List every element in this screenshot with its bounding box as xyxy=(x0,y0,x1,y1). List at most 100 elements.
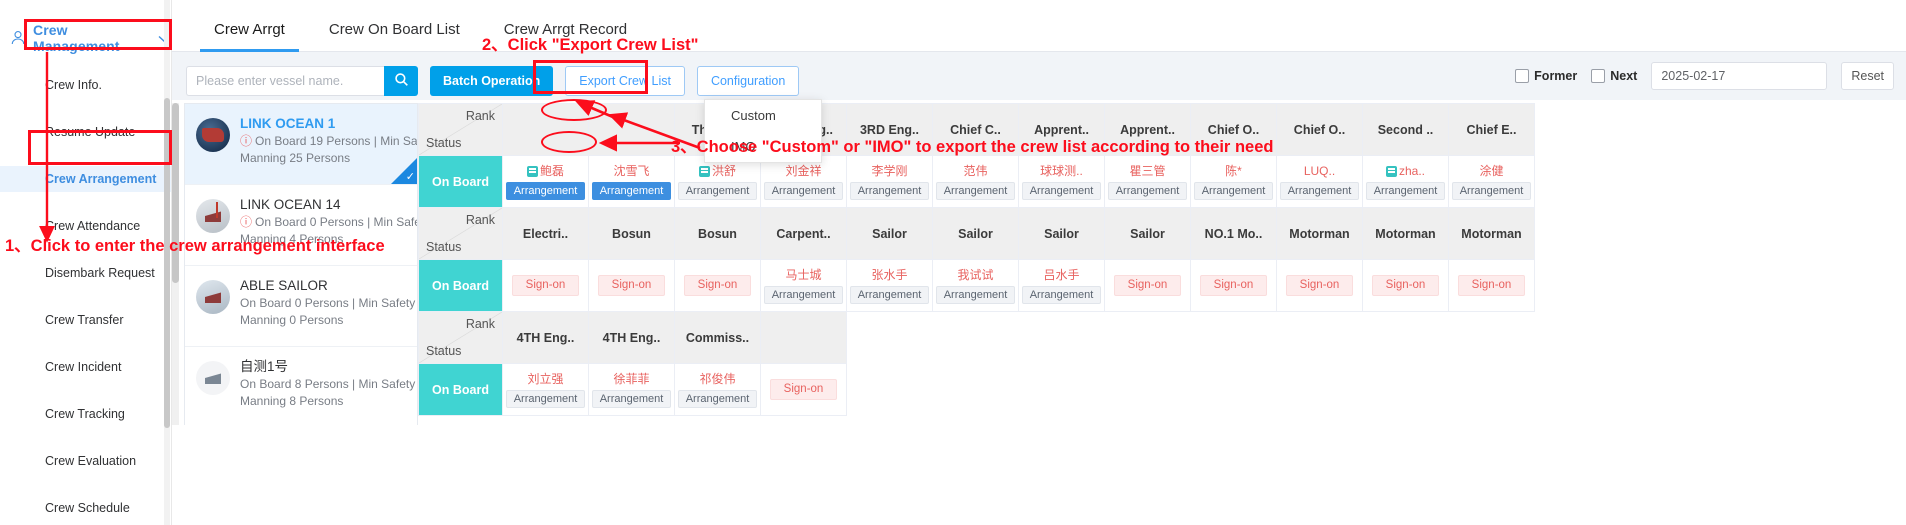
column-header-3rd-engineer[interactable]: 3RD Eng.. xyxy=(846,103,933,156)
arrangement-tag[interactable]: Arrangement xyxy=(849,285,930,304)
column-header-commissary[interactable]: Commiss.. xyxy=(674,311,761,364)
column-header-4th-engineer-1[interactable]: 4TH Eng.. xyxy=(502,311,589,364)
export-option-custom[interactable]: Custom xyxy=(705,100,821,131)
column-header-electrician[interactable]: Electri.. xyxy=(502,207,589,260)
crew-cell[interactable]: zha.. Arrangement xyxy=(1362,155,1449,208)
vessel-list-item[interactable]: LINK OCEAN 1 ⓘ On Board 19 Persons | Min… xyxy=(185,104,417,185)
tab-crew-on-board-list[interactable]: Crew On Board List xyxy=(307,21,482,51)
batch-operation-button[interactable]: Batch Operation xyxy=(430,66,554,96)
vessel-list-item[interactable]: LINK OCEAN 14 ⓘ On Board 0 Persons | Min… xyxy=(185,185,417,266)
column-header-no1-motorman[interactable]: NO.1 Mo.. xyxy=(1190,207,1277,260)
vessel-scrollbar-thumb[interactable] xyxy=(172,103,179,283)
column-header-sailor-4[interactable]: Sailor xyxy=(1104,207,1191,260)
crew-cell[interactable]: 张水手 Arrangement xyxy=(846,259,933,312)
column-header-chief-officer-2[interactable]: Chief O.. xyxy=(1276,103,1363,156)
sign-on-tag[interactable]: Sign-on xyxy=(597,275,666,296)
sign-on-tag[interactable]: Sign-on xyxy=(769,379,838,400)
arrangement-tag[interactable]: Arrangement xyxy=(505,389,586,408)
crew-cell[interactable]: 沈雪飞 Arrangement xyxy=(588,155,675,208)
crew-cell[interactable]: 球球测.. Arrangement xyxy=(1018,155,1105,208)
arrangement-tag[interactable]: Arrangement xyxy=(1279,181,1360,200)
crew-cell[interactable]: 徐菲菲 Arrangement xyxy=(588,363,675,416)
crew-cell[interactable]: Sign-on xyxy=(760,363,847,416)
export-option-imo[interactable]: IMO xyxy=(705,131,821,162)
next-checkbox[interactable]: Next xyxy=(1591,69,1637,83)
sidebar-item-resume-update[interactable]: Resume Update xyxy=(0,119,171,145)
arrangement-tag[interactable]: Arrangement xyxy=(677,181,758,200)
crew-cell[interactable]: 涂健 Arrangement xyxy=(1448,155,1535,208)
crew-cell[interactable]: Sign-on xyxy=(674,259,761,312)
arrangement-tag[interactable]: Arrangement xyxy=(849,181,930,200)
column-header-second-officer[interactable]: Second .. xyxy=(1362,103,1449,156)
sidebar-item-crew-transfer[interactable]: Crew Transfer xyxy=(0,307,171,333)
crew-cell[interactable]: 祁俊伟 Arrangement xyxy=(674,363,761,416)
sign-on-tag[interactable]: Sign-on xyxy=(1285,275,1354,296)
export-crew-list-button[interactable]: Export Crew List xyxy=(565,66,685,96)
sign-on-tag[interactable]: Sign-on xyxy=(1371,275,1440,296)
search-button[interactable] xyxy=(384,66,418,96)
sidebar-item-crew-arrangement[interactable]: Crew Arrangement xyxy=(0,166,171,192)
date-input[interactable] xyxy=(1651,62,1828,90)
column-header-sailor-3[interactable]: Sailor xyxy=(1018,207,1105,260)
arrangement-tag[interactable]: Arrangement xyxy=(1021,181,1102,200)
arrangement-tag[interactable]: Arrangement xyxy=(1021,285,1102,304)
crew-cell[interactable]: LUQ.. Arrangement xyxy=(1276,155,1363,208)
arrangement-tag[interactable]: Arrangement xyxy=(677,389,758,408)
checkbox-box-former[interactable] xyxy=(1515,69,1530,83)
sign-on-tag[interactable]: Sign-on xyxy=(683,275,752,296)
column-header-hidden[interactable] xyxy=(588,103,675,156)
column-header-apprentice-1[interactable]: Apprent.. xyxy=(1018,103,1105,156)
arrangement-tag[interactable]: Arrangement xyxy=(1451,181,1532,200)
sidebar-item-crew-incident[interactable]: Crew Incident xyxy=(0,354,171,380)
sidebar-item-crew-evaluation[interactable]: Crew Evaluation xyxy=(0,448,171,474)
configuration-button[interactable]: Configuration xyxy=(696,66,800,96)
sign-on-tag[interactable]: Sign-on xyxy=(1457,275,1526,296)
checkbox-box-next[interactable] xyxy=(1591,69,1606,83)
crew-cell[interactable]: Sign-on xyxy=(1104,259,1191,312)
arrangement-tag[interactable]: Arrangement xyxy=(591,181,672,200)
reset-button[interactable]: Reset xyxy=(1841,62,1894,90)
crew-cell[interactable]: 刘金祥 Arrangement xyxy=(760,155,847,208)
sidebar-item-crew-tracking[interactable]: Crew Tracking xyxy=(0,401,171,427)
sidebar-item-disembark-request[interactable]: Disembark Request xyxy=(0,260,171,286)
crew-cell[interactable]: 鲍磊 Arrangement xyxy=(502,155,589,208)
arrangement-tag[interactable]: Arrangement xyxy=(1365,181,1446,200)
arrangement-tag[interactable]: Arrangement xyxy=(591,389,672,408)
column-header-chief-cook[interactable]: Chief C.. xyxy=(932,103,1019,156)
crew-cell[interactable]: 我试试 Arrangement xyxy=(932,259,1019,312)
crew-cell[interactable]: 吕水手 Arrangement xyxy=(1018,259,1105,312)
crew-cell[interactable]: Sign-on xyxy=(588,259,675,312)
column-header-sailor-2[interactable]: Sailor xyxy=(932,207,1019,260)
vessel-list-item[interactable]: 自测1号 On Board 8 Persons | Min Safety Man… xyxy=(185,347,417,425)
sidebar-scrollbar-thumb[interactable] xyxy=(164,98,170,428)
vessel-list-item[interactable]: ABLE SAILOR On Board 0 Persons | Min Saf… xyxy=(185,266,417,347)
column-header-motorman-2[interactable]: Motorman xyxy=(1362,207,1449,260)
column-header-apprentice-2[interactable]: Apprent.. xyxy=(1104,103,1191,156)
sidebar-item-crew-attendance[interactable]: Crew Attendance xyxy=(0,213,171,239)
column-header-carpenter[interactable]: Carpent.. xyxy=(760,207,847,260)
sign-on-tag[interactable]: Sign-on xyxy=(511,275,580,296)
crew-cell[interactable]: Sign-on xyxy=(1362,259,1449,312)
tab-crew-arrgt[interactable]: Crew Arrgt xyxy=(192,21,307,52)
column-header-4th-engineer-2[interactable]: 4TH Eng.. xyxy=(588,311,675,364)
former-checkbox[interactable]: Former xyxy=(1515,69,1577,83)
sign-on-tag[interactable]: Sign-on xyxy=(1113,275,1182,296)
crew-cell[interactable]: 马士城 Arrangement xyxy=(760,259,847,312)
crew-cell[interactable]: 洪舒 Arrangement xyxy=(674,155,761,208)
sign-on-tag[interactable]: Sign-on xyxy=(1199,275,1268,296)
sidebar-item-crew-schedule[interactable]: Crew Schedule xyxy=(0,495,171,521)
column-header-motorman-3[interactable]: Motorman xyxy=(1448,207,1535,260)
arrangement-tag[interactable]: Arrangement xyxy=(763,181,844,200)
crew-cell[interactable]: Sign-on xyxy=(1190,259,1277,312)
column-header-hidden[interactable] xyxy=(502,103,589,156)
crew-cell[interactable]: Sign-on xyxy=(502,259,589,312)
column-header-chief-officer-1[interactable]: Chief O.. xyxy=(1190,103,1277,156)
sidebar-header[interactable]: Crew Management xyxy=(0,0,171,54)
crew-cell[interactable]: 刘立强 Arrangement xyxy=(502,363,589,416)
arrangement-tag[interactable]: Arrangement xyxy=(935,285,1016,304)
crew-cell[interactable]: Sign-on xyxy=(1276,259,1363,312)
arrangement-tag[interactable]: Arrangement xyxy=(1107,181,1188,200)
search-input[interactable] xyxy=(186,66,384,96)
column-header-bosun-2[interactable]: Bosun xyxy=(674,207,761,260)
crew-cell[interactable]: Sign-on xyxy=(1448,259,1535,312)
